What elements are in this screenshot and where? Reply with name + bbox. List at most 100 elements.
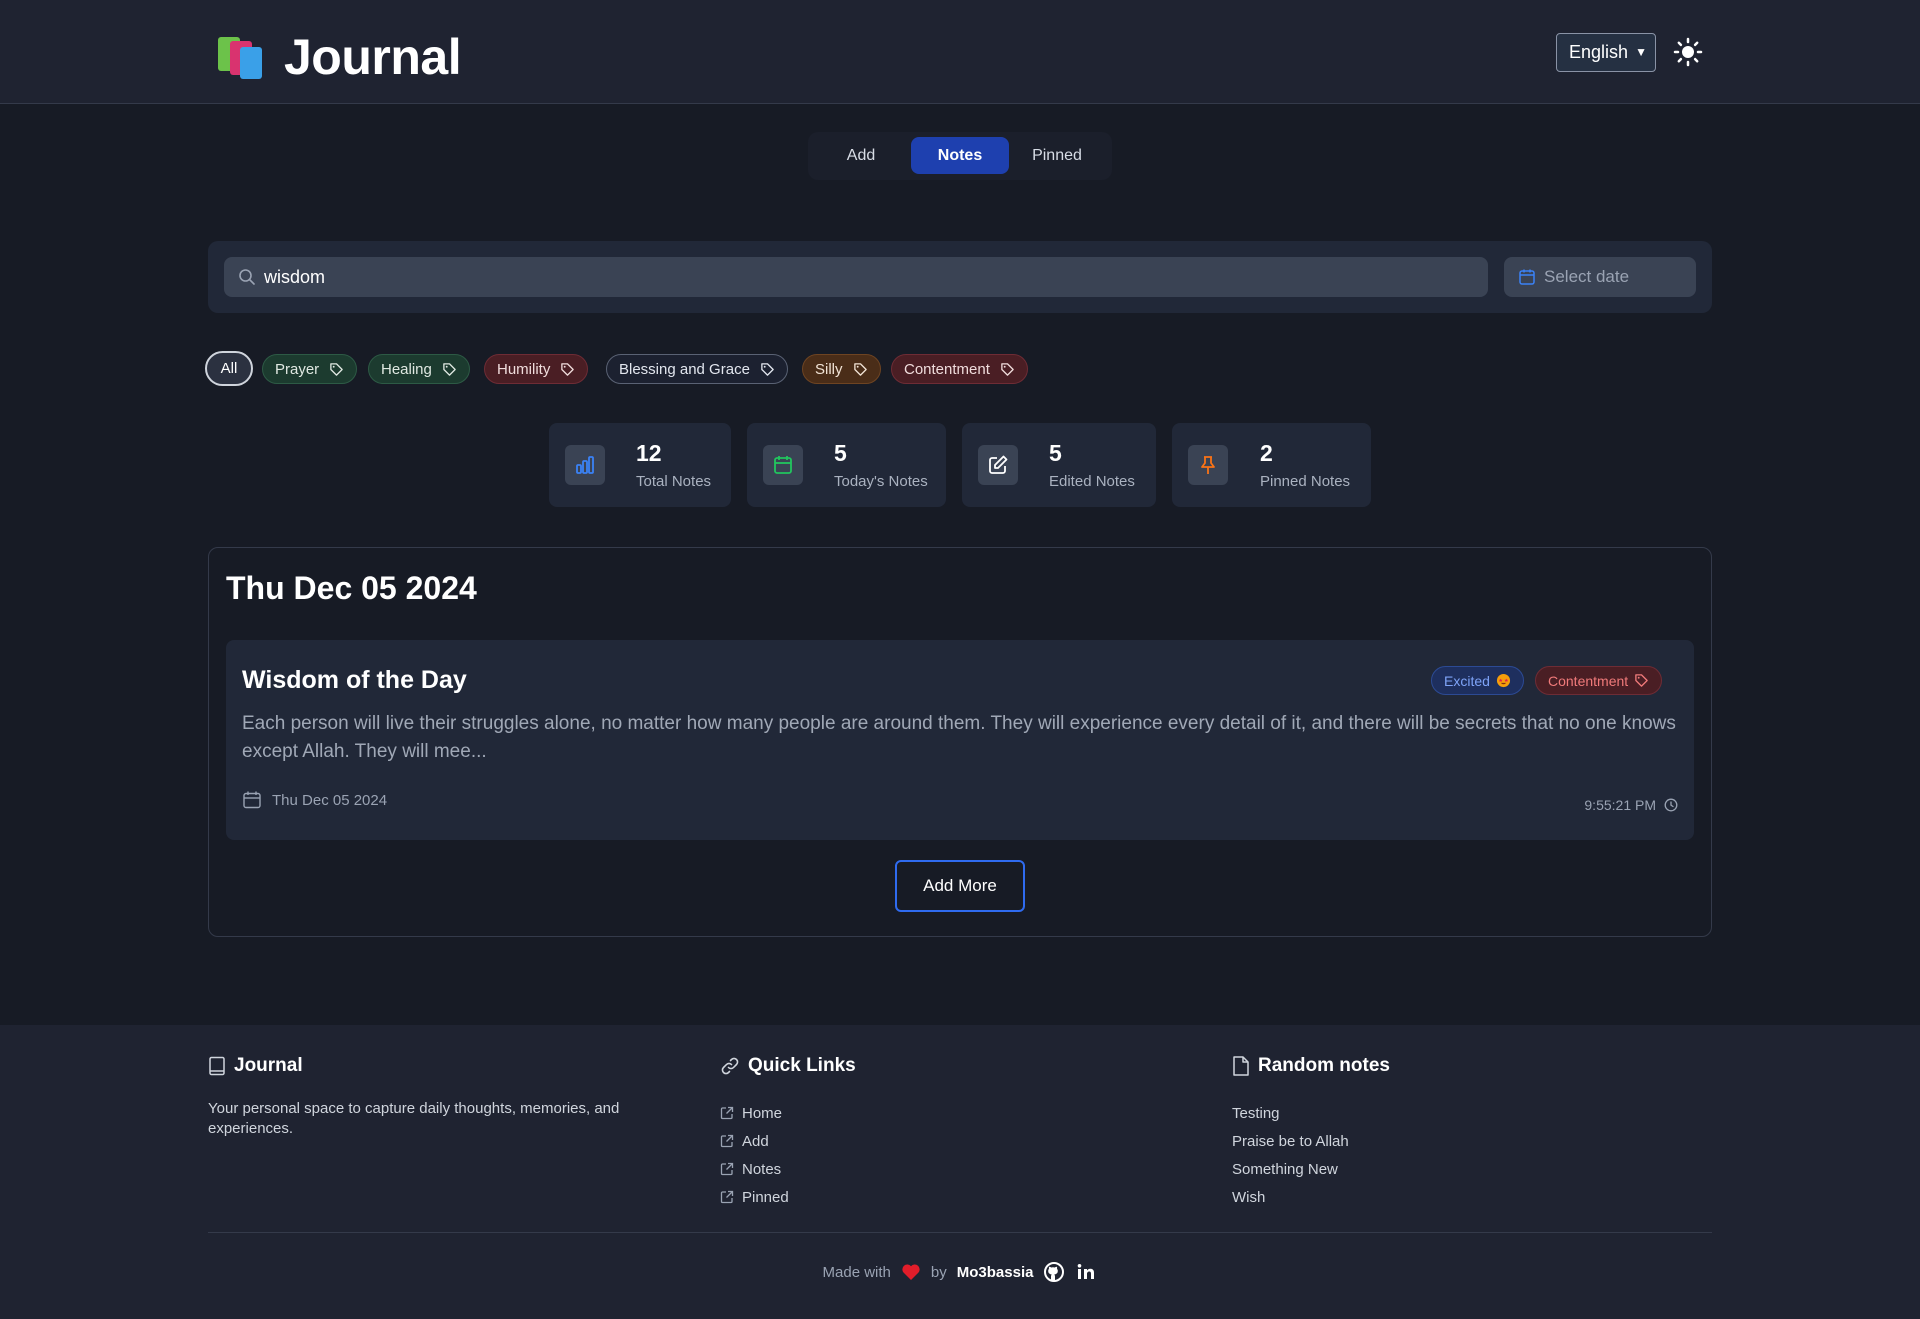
- tag-icon: [853, 362, 867, 376]
- footer-link-add[interactable]: Add: [720, 1127, 856, 1155]
- calendar-icon: [243, 791, 261, 809]
- tag-filter-prayer[interactable]: Prayer: [262, 354, 358, 384]
- footer-about-title: Journal: [234, 1055, 303, 1076]
- tag-label: Humility: [497, 360, 551, 378]
- tab-pinned[interactable]: Pinned: [1020, 137, 1094, 174]
- footer-link-label: Add: [742, 1132, 769, 1150]
- tag-icon: [761, 362, 774, 376]
- tag-label: Blessing and Grace: [619, 360, 750, 378]
- bar-chart-icon: [565, 445, 605, 485]
- footer-link-pinned[interactable]: Pinned: [720, 1183, 856, 1211]
- tag-label: Contentment: [904, 360, 990, 378]
- stat-value: 12: [636, 440, 662, 466]
- random-note-link[interactable]: Testing: [1232, 1099, 1390, 1127]
- note-title: Wisdom of the Day: [242, 666, 467, 694]
- tag-icon: [443, 362, 456, 376]
- stat-label: Total Notes: [636, 473, 712, 490]
- random-note-link[interactable]: Wish: [1232, 1183, 1390, 1211]
- search-icon: [239, 269, 255, 285]
- footer-link-home[interactable]: Home: [720, 1099, 856, 1127]
- footer-about: Journal Your personal space to capture d…: [208, 1055, 648, 1139]
- tag-icon: [1635, 674, 1648, 687]
- tag-label: Contentment: [1548, 672, 1629, 689]
- app-title: Journal: [284, 29, 462, 85]
- note-time-text: 9:55:21 PM: [1584, 797, 1656, 813]
- stat-edited-notes: 5 Edited Notes: [962, 423, 1156, 507]
- random-note-link[interactable]: Something New: [1232, 1155, 1390, 1183]
- clock-icon: [1664, 798, 1678, 812]
- tag-filter-contentment[interactable]: Contentment: [891, 354, 1028, 384]
- footer-quick-links-title: Quick Links: [748, 1055, 856, 1076]
- note-time: 9:55:21 PM: [1584, 797, 1678, 813]
- top-header: Journal English ▼: [0, 0, 1920, 104]
- github-icon[interactable]: [1043, 1261, 1065, 1283]
- tag-filter-healing[interactable]: Healing: [368, 354, 470, 384]
- tab-notes[interactable]: Notes: [911, 137, 1009, 174]
- sun-icon: [1673, 37, 1703, 67]
- note-date-text: Thu Dec 05 2024: [272, 791, 388, 809]
- tag-label: Prayer: [275, 360, 320, 378]
- tag-filter-all[interactable]: All: [205, 351, 253, 386]
- books-icon: [216, 33, 268, 81]
- tag-label: All: [220, 360, 238, 377]
- book-icon: [209, 1056, 225, 1076]
- stat-label: Edited Notes: [1049, 473, 1135, 490]
- star-struck-emoji-icon: [1496, 673, 1510, 688]
- note-body: Each person will live their struggles al…: [242, 713, 1676, 762]
- footer-quick-links: Quick Links Home Add Notes Pinned: [720, 1055, 856, 1211]
- stat-label: Today's Notes: [834, 473, 928, 490]
- day-group-card: Thu Dec 05 2024 Wisdom of the Day Excite…: [208, 547, 1712, 937]
- footer-random-notes: Random notes Testing Praise be to Allah …: [1232, 1055, 1390, 1211]
- theme-toggle-button[interactable]: [1672, 36, 1704, 68]
- file-icon: [1233, 1056, 1249, 1076]
- stat-label: Pinned Notes: [1260, 473, 1351, 490]
- heart-icon: [902, 1264, 920, 1280]
- footer-link-label: Pinned: [742, 1188, 789, 1206]
- footer-credit: Made with by Mo3bassia: [0, 1261, 1920, 1283]
- footer-link-notes[interactable]: Notes: [720, 1155, 856, 1183]
- calendar-icon: [1519, 269, 1535, 285]
- language-value: English: [1569, 42, 1629, 62]
- pin-icon: [1188, 445, 1228, 485]
- external-link-icon: [720, 1162, 734, 1176]
- search-input[interactable]: wisdom: [224, 257, 1488, 297]
- stat-value: 2: [1260, 440, 1273, 466]
- stat-todays-notes: 5 Today's Notes: [747, 423, 946, 507]
- stat-total-notes: 12 Total Notes: [549, 423, 731, 507]
- search-panel: wisdom Select date: [208, 241, 1712, 313]
- mood-badge: Excited: [1431, 666, 1524, 695]
- note-tag-badge: Contentment: [1535, 666, 1663, 695]
- chevron-down-icon: ▼: [1635, 45, 1647, 59]
- note-date: Thu Dec 05 2024: [242, 790, 387, 810]
- tag-filter-silly[interactable]: Silly: [802, 354, 881, 384]
- tag-label: Silly: [815, 360, 843, 378]
- calendar-icon: [763, 445, 803, 485]
- tag-filter-humility[interactable]: Humility: [484, 354, 589, 384]
- tag-icon: [561, 362, 575, 376]
- linkedin-icon[interactable]: [1075, 1261, 1097, 1283]
- external-link-icon: [720, 1190, 734, 1204]
- external-link-icon: [720, 1134, 734, 1148]
- date-picker-input[interactable]: Select date: [1504, 257, 1696, 297]
- footer-about-text: Your personal space to capture daily tho…: [208, 1100, 620, 1137]
- made-with-text: Made with: [822, 1263, 891, 1281]
- by-text: by: [930, 1263, 947, 1281]
- footer-divider: [208, 1232, 1712, 1233]
- note-card[interactable]: Wisdom of the Day Excited Contentment Ea…: [226, 640, 1694, 840]
- random-note-link[interactable]: Praise be to Allah: [1232, 1127, 1390, 1155]
- footer-link-label: Notes: [742, 1160, 782, 1178]
- tag-filter-blessing-and-grace[interactable]: Blessing and Grace: [606, 354, 788, 384]
- footer: Journal Your personal space to capture d…: [0, 1025, 1920, 1319]
- add-more-button[interactable]: Add More: [895, 860, 1025, 912]
- mood-label: Excited: [1444, 672, 1490, 689]
- external-link-icon: [720, 1106, 734, 1120]
- language-select[interactable]: English ▼: [1556, 33, 1656, 72]
- day-group-date: Thu Dec 05 2024: [226, 570, 477, 606]
- footer-link-label: Home: [742, 1104, 783, 1122]
- tab-add[interactable]: Add: [828, 137, 894, 174]
- stat-pinned-notes: 2 Pinned Notes: [1172, 423, 1371, 507]
- tag-icon: [1001, 362, 1014, 376]
- stat-value: 5: [1049, 440, 1062, 466]
- author-name[interactable]: Mo3bassia: [957, 1264, 1034, 1281]
- app-logo[interactable]: Journal: [216, 28, 462, 86]
